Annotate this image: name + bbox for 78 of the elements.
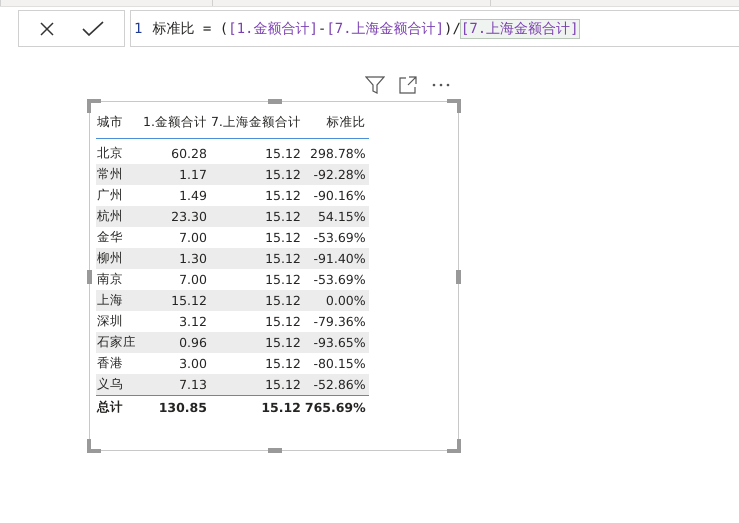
table-cell: 香港 (96, 353, 142, 374)
table-cell: 15.12 (210, 374, 304, 396)
table-cell: 60.28 (142, 138, 210, 164)
table-cell: -53.69% (304, 227, 369, 248)
formula-token: [7.上海金额合计] (460, 20, 579, 38)
resize-handle[interactable] (87, 270, 92, 284)
formula-token: 标准比 = ( (152, 20, 228, 38)
table-cell: 3.00 (142, 353, 210, 374)
table-cell: 0.96 (142, 332, 210, 353)
table-cell: 15.12 (210, 248, 304, 269)
table-cell: -79.36% (304, 311, 369, 332)
table-cell: 3.12 (142, 311, 210, 332)
line-number: 1 (134, 20, 142, 36)
table-cell: 15.12 (210, 290, 304, 311)
table-cell: 15.12 (210, 227, 304, 248)
filter-icon[interactable] (365, 75, 385, 95)
table-cell: 深圳 (96, 311, 142, 332)
table-cell: 7.00 (142, 269, 210, 290)
table-cell: 54.15% (304, 206, 369, 227)
column-header[interactable]: 标准比 (304, 108, 369, 138)
table-cell: 298.78% (304, 138, 369, 164)
resize-handle[interactable] (87, 439, 101, 453)
table-cell: 15.12 (210, 206, 304, 227)
close-icon (38, 20, 55, 36)
resize-handle[interactable] (447, 99, 461, 113)
commit-button[interactable] (80, 18, 106, 38)
table-cell: 15.12 (210, 185, 304, 206)
table-cell: -91.40% (304, 248, 369, 269)
table-cell: 15.12 (210, 164, 304, 185)
table-cell: 15.12 (210, 332, 304, 353)
table-cell: 15.12 (210, 311, 304, 332)
table-cell: 0.00% (304, 290, 369, 311)
total-cell: 总计 (96, 396, 142, 418)
table-cell: 上海 (96, 290, 142, 311)
formula-token: - (318, 20, 326, 36)
more-options-icon[interactable] (431, 82, 451, 88)
table-cell: 南京 (96, 269, 142, 290)
table-cell: 金华 (96, 227, 142, 248)
table-cell: -90.16% (304, 185, 369, 206)
resize-handle[interactable] (456, 270, 461, 284)
table-cell: 柳州 (96, 248, 142, 269)
table-cell: 杭州 (96, 206, 142, 227)
table-cell: 15.12 (210, 269, 304, 290)
table-cell: 15.12 (142, 290, 210, 311)
table-cell: 义乌 (96, 374, 142, 396)
table-cell: -53.69% (304, 269, 369, 290)
table-cell: -80.15% (304, 353, 369, 374)
formula-field[interactable]: 1 标准比 = ([1.金额合计]-[7.上海金额合计])/[7.上海金额合计] (130, 10, 739, 47)
formula-token: )/ (444, 20, 461, 36)
table-cell: 23.30 (142, 206, 210, 227)
column-header[interactable]: 7.上海金额合计 (210, 108, 304, 138)
focus-mode-icon[interactable] (399, 76, 417, 94)
table-cell: 7.00 (142, 227, 210, 248)
column-header[interactable]: 1.金额合计 (142, 108, 210, 138)
formula-token: [1.金额合计] (228, 20, 318, 38)
resize-handle[interactable] (268, 99, 282, 104)
total-cell: 765.69% (304, 396, 369, 418)
resize-handle[interactable] (268, 448, 282, 453)
table-cell: 1.17 (142, 164, 210, 185)
total-cell: 15.12 (210, 396, 304, 418)
table-cell: 1.49 (142, 185, 210, 206)
table-cell: 北京 (96, 138, 142, 164)
table-cell: 15.12 (210, 138, 304, 164)
column-header[interactable]: 城市 (96, 108, 142, 138)
table-cell: -93.65% (304, 332, 369, 353)
resize-handle[interactable] (447, 439, 461, 453)
table-cell: 15.12 (210, 353, 304, 374)
table-cell: 石家庄 (96, 332, 142, 353)
resize-handle[interactable] (87, 99, 101, 113)
table-cell: 1.30 (142, 248, 210, 269)
table-cell: 7.13 (142, 374, 210, 396)
table-cell: -52.86% (304, 374, 369, 396)
total-cell: 130.85 (142, 396, 210, 418)
table-cell: -92.28% (304, 164, 369, 185)
formula-token: [7.上海金额合计] (326, 20, 444, 38)
checkmark-icon (82, 20, 104, 36)
table-cell: 广州 (96, 185, 142, 206)
table-cell: 常州 (96, 164, 142, 185)
